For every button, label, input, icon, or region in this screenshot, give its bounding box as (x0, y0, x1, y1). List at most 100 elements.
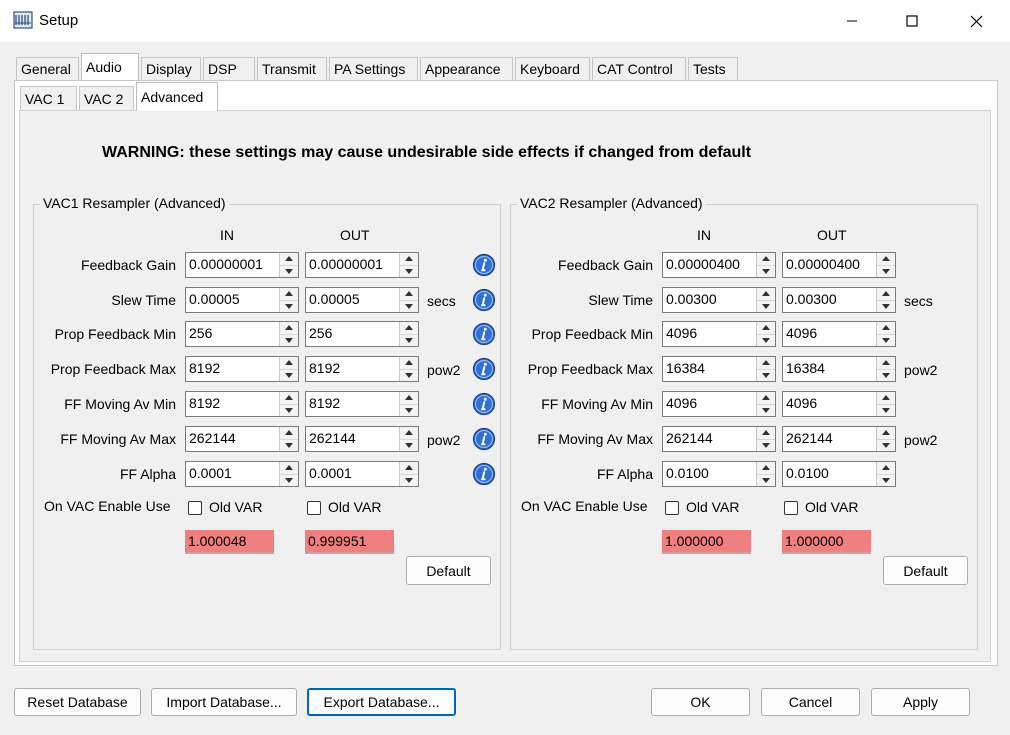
vac2-row-6-in-spinner-value[interactable]: 0.0100 (663, 462, 756, 486)
spin-down-button[interactable] (877, 299, 895, 312)
apply-button[interactable]: Apply (871, 688, 970, 716)
vac2-row-5-out-spinner[interactable]: 262144 (782, 426, 896, 452)
spin-up-button[interactable] (280, 322, 298, 334)
cancel-button[interactable]: Cancel (761, 688, 860, 716)
vac2-row-2-out-spinner[interactable]: 4096 (782, 321, 896, 347)
vac1-row-6-out-spinner-value[interactable]: 0.0001 (306, 462, 399, 486)
spin-down-button[interactable] (877, 403, 895, 416)
spin-down-button[interactable] (400, 438, 418, 451)
spin-up-button[interactable] (877, 253, 895, 265)
tab-transmit[interactable]: Transmit (257, 57, 327, 80)
spin-down-button[interactable] (877, 333, 895, 346)
spin-up-button[interactable] (877, 357, 895, 369)
spin-up-button[interactable] (877, 288, 895, 300)
spin-down-button[interactable] (877, 438, 895, 451)
spin-down-button[interactable] (757, 299, 775, 312)
import-database-button[interactable]: Import Database... (151, 688, 297, 716)
spin-up-button[interactable] (280, 357, 298, 369)
spin-up-button[interactable] (877, 427, 895, 439)
vac2-row-1-out-spinner[interactable]: 0.00300 (782, 287, 896, 313)
vac2-old-var-in-checkbox[interactable] (665, 501, 679, 515)
vac2-row-3-out-spinner-value[interactable]: 16384 (783, 357, 876, 381)
vac2-row-6-out-spinner[interactable]: 0.0100 (782, 461, 896, 487)
spin-up-button[interactable] (280, 392, 298, 404)
spin-up-button[interactable] (757, 322, 775, 334)
vac1-row-0-in-spinner[interactable]: 0.00000001 (185, 252, 299, 278)
spin-up-button[interactable] (757, 253, 775, 265)
vac1-row-1-in-spinner-value[interactable]: 0.00005 (186, 288, 279, 312)
spin-up-button[interactable] (280, 253, 298, 265)
vac1-row-2-out-spinner-value[interactable]: 256 (306, 322, 399, 346)
spin-down-button[interactable] (400, 473, 418, 486)
tab-dsp[interactable]: DSP (203, 57, 255, 80)
vac2-row-3-in-spinner[interactable]: 16384 (662, 356, 776, 382)
maximize-button[interactable] (889, 0, 935, 42)
info-icon[interactable] (472, 288, 496, 312)
spin-up-button[interactable] (400, 322, 418, 334)
vac1-row-0-out-spinner-value[interactable]: 0.00000001 (306, 253, 399, 277)
spin-down-button[interactable] (400, 264, 418, 277)
spin-up-button[interactable] (877, 392, 895, 404)
spin-down-button[interactable] (757, 368, 775, 381)
vac2-row-6-out-spinner-value[interactable]: 0.0100 (783, 462, 876, 486)
vac1-row-3-out-spinner-value[interactable]: 8192 (306, 357, 399, 381)
tab-appearance[interactable]: Appearance (420, 57, 513, 80)
vac1-row-1-out-spinner-value[interactable]: 0.00005 (306, 288, 399, 312)
vac1-row-3-out-spinner[interactable]: 8192 (305, 356, 419, 382)
spin-up-button[interactable] (757, 427, 775, 439)
info-icon[interactable] (472, 392, 496, 416)
vac1-row-4-in-spinner-value[interactable]: 8192 (186, 392, 279, 416)
vac1-row-4-out-spinner[interactable]: 8192 (305, 391, 419, 417)
info-icon[interactable] (472, 427, 496, 451)
vac1-row-4-in-spinner[interactable]: 8192 (185, 391, 299, 417)
vac2-row-5-in-spinner-value[interactable]: 262144 (663, 427, 756, 451)
vac1-row-5-out-spinner[interactable]: 262144 (305, 426, 419, 452)
vac2-row-4-in-spinner-value[interactable]: 4096 (663, 392, 756, 416)
vac1-old-var-out-checkbox[interactable] (307, 501, 321, 515)
vac2-row-0-out-spinner-value[interactable]: 0.00000400 (783, 253, 876, 277)
spin-down-button[interactable] (280, 299, 298, 312)
title-bar[interactable]: Setup (0, 0, 1010, 42)
spin-up-button[interactable] (400, 357, 418, 369)
vac2-row-5-in-spinner[interactable]: 262144 (662, 426, 776, 452)
vac1-row-5-out-spinner-value[interactable]: 262144 (306, 427, 399, 451)
spin-up-button[interactable] (280, 427, 298, 439)
spin-up-button[interactable] (757, 288, 775, 300)
info-icon[interactable] (472, 357, 496, 381)
spin-up-button[interactable] (757, 357, 775, 369)
spin-up-button[interactable] (877, 462, 895, 474)
tab-vac2[interactable]: VAC 2 (79, 86, 134, 111)
spin-down-button[interactable] (400, 403, 418, 416)
spin-down-button[interactable] (757, 473, 775, 486)
spin-down-button[interactable] (877, 264, 895, 277)
spin-up-button[interactable] (877, 322, 895, 334)
ok-button[interactable]: OK (651, 688, 750, 716)
spin-up-button[interactable] (757, 462, 775, 474)
tab-tests[interactable]: Tests (688, 57, 738, 80)
vac2-row-0-in-spinner-value[interactable]: 0.00000400 (663, 253, 756, 277)
spin-down-button[interactable] (757, 403, 775, 416)
vac2-row-2-out-spinner-value[interactable]: 4096 (783, 322, 876, 346)
spin-down-button[interactable] (757, 333, 775, 346)
tab-cat-control[interactable]: CAT Control (592, 57, 686, 80)
vac2-row-1-in-spinner[interactable]: 0.00300 (662, 287, 776, 313)
vac1-row-3-in-spinner[interactable]: 8192 (185, 356, 299, 382)
vac2-row-2-in-spinner[interactable]: 4096 (662, 321, 776, 347)
spin-up-button[interactable] (400, 427, 418, 439)
spin-down-button[interactable] (877, 473, 895, 486)
vac1-row-2-out-spinner[interactable]: 256 (305, 321, 419, 347)
spin-up-button[interactable] (400, 462, 418, 474)
tab-keyboard[interactable]: Keyboard (515, 57, 590, 80)
tab-pa-settings[interactable]: PA Settings (329, 57, 418, 80)
vac1-old-var-in-checkbox[interactable] (188, 501, 202, 515)
tab-general[interactable]: General (16, 57, 79, 80)
tab-advanced[interactable]: Advanced (136, 82, 218, 111)
vac1-row-2-in-spinner[interactable]: 256 (185, 321, 299, 347)
tab-display[interactable]: Display (141, 57, 201, 80)
vac2-row-6-in-spinner[interactable]: 0.0100 (662, 461, 776, 487)
vac2-row-0-out-spinner[interactable]: 0.00000400 (782, 252, 896, 278)
vac2-row-1-out-spinner-value[interactable]: 0.00300 (783, 288, 876, 312)
vac1-row-3-in-spinner-value[interactable]: 8192 (186, 357, 279, 381)
vac1-row-2-in-spinner-value[interactable]: 256 (186, 322, 279, 346)
vac1-row-4-out-spinner-value[interactable]: 8192 (306, 392, 399, 416)
